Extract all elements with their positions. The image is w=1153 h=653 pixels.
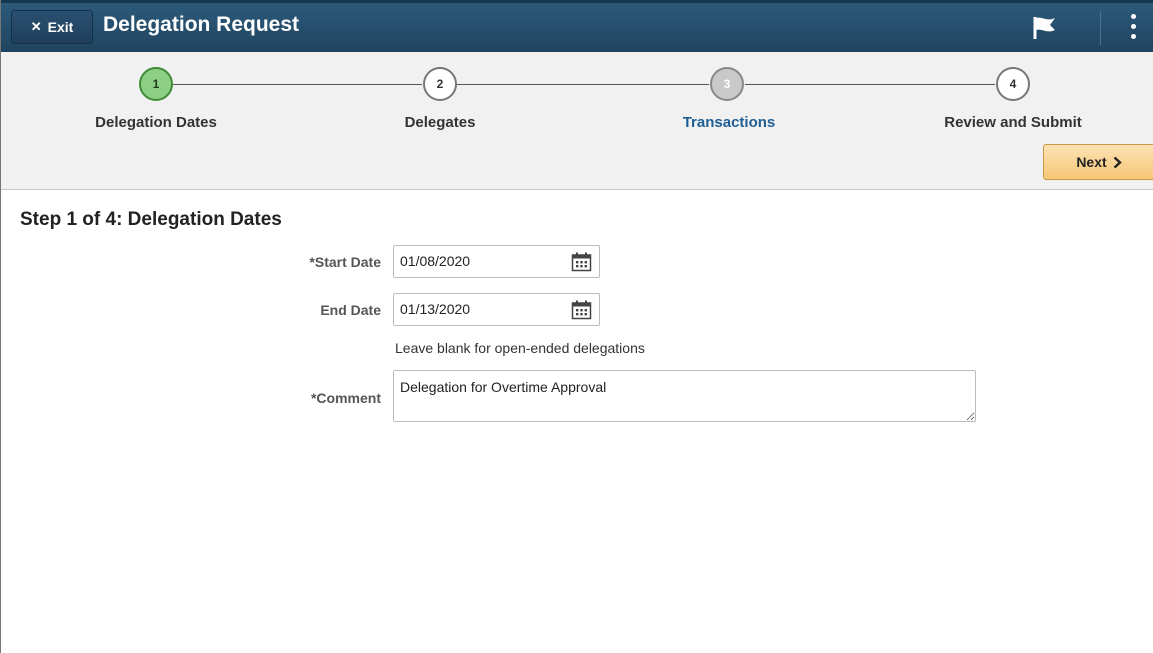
step-connector (173, 84, 422, 85)
chevron-right-icon (1113, 156, 1122, 168)
close-icon: ✕ (30, 19, 42, 34)
next-button[interactable]: Next (1043, 144, 1153, 180)
step-1-circle[interactable]: 1 (139, 67, 173, 101)
exit-label: Exit (47, 19, 74, 35)
step-4-circle[interactable]: 4 (996, 67, 1030, 101)
exit-button[interactable]: ✕ Exit (11, 10, 93, 44)
calendar-icon[interactable] (571, 300, 592, 320)
step-connector (745, 84, 995, 85)
next-label: Next (1076, 154, 1107, 170)
header-divider (1100, 11, 1101, 45)
kebab-menu-icon[interactable] (1126, 12, 1142, 42)
calendar-icon[interactable] (571, 252, 592, 272)
start-date-label: *Start Date (309, 254, 381, 270)
step-1-label[interactable]: Delegation Dates (95, 114, 217, 131)
end-date-label: End Date (320, 302, 381, 318)
end-date-input[interactable] (398, 300, 562, 318)
flag-icon[interactable] (1031, 13, 1059, 41)
step-train: 1 2 3 4 Delegation Dates Delegates Trans… (1, 52, 1153, 190)
step-heading: Step 1 of 4: Delegation Dates (20, 209, 282, 230)
header-bar: ✕ Exit Delegation Request (1, 0, 1153, 52)
comment-label: *Comment (310, 390, 381, 406)
step-3-circle[interactable]: 3 (710, 67, 744, 101)
step-4-label[interactable]: Review and Submit (944, 114, 1082, 131)
end-date-hint: Leave blank for open-ended delegations (395, 340, 645, 356)
comment-textarea[interactable]: Delegation for Overtime Approval (393, 370, 976, 422)
step-2-label[interactable]: Delegates (405, 114, 476, 131)
step-2-circle[interactable]: 2 (423, 67, 457, 101)
start-date-field[interactable] (393, 245, 600, 278)
page-title: Delegation Request (103, 13, 300, 36)
start-date-input[interactable] (398, 252, 562, 270)
step-3-label[interactable]: Transactions (683, 114, 776, 131)
end-date-field[interactable] (393, 293, 600, 326)
step-connector (457, 84, 709, 85)
